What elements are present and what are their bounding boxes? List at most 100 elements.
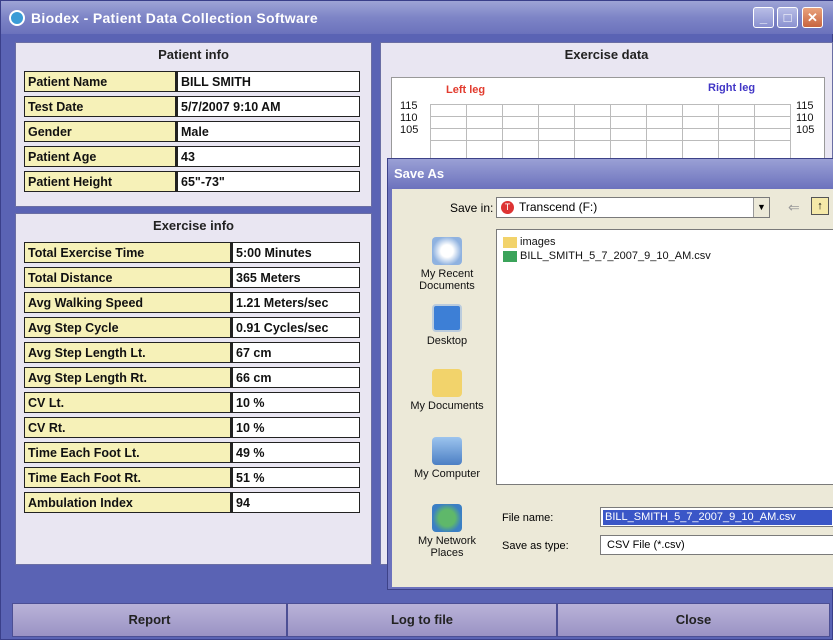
exercise-info-header: Exercise info (153, 218, 234, 233)
save-in-dropdown[interactable]: T Transcend (F:) ▼ (496, 197, 770, 218)
grid-line (430, 140, 790, 141)
row-label: Patient Name (24, 71, 176, 92)
report-button[interactable]: Report (12, 603, 287, 637)
table-row: Total Exercise Time 5:00 Minutes (24, 242, 360, 263)
place-my-computer[interactable]: My Computer (400, 437, 494, 480)
row-label: Time Each Foot Rt. (24, 467, 231, 488)
row-value: Male (176, 121, 360, 142)
row-value: 43 (176, 146, 360, 167)
row-label: Time Each Foot Lt. (24, 442, 231, 463)
network-icon (432, 504, 462, 532)
place-my-documents[interactable]: My Documents (400, 369, 494, 412)
exercise-info-table: Total Exercise Time 5:00 Minutes Total Di… (24, 238, 360, 517)
row-label: Patient Age (24, 146, 176, 167)
row-label: CV Lt. (24, 392, 231, 413)
row-value: 51 % (231, 467, 360, 488)
row-value: 10 % (231, 392, 360, 413)
file-name-value: BILL_SMITH_5_7_2007_9_10_AM.csv (603, 510, 832, 525)
drive-icon: T (501, 201, 514, 214)
table-row: CV Lt. 10 % (24, 392, 360, 413)
place-label: My Recent Documents (419, 268, 475, 292)
table-row: Gender Male (24, 121, 360, 142)
y-tick-right: 110 (796, 112, 814, 124)
file-name-input[interactable]: BILL_SMITH_5_7_2007_9_10_AM.csv (600, 507, 833, 527)
recent-documents-icon (432, 237, 462, 265)
y-tick-left: 115 (400, 100, 418, 112)
save-in-value: Transcend (F:) (519, 200, 598, 214)
back-arrow-icon[interactable]: ⇐ (788, 199, 800, 216)
dialog-body: Save in: T Transcend (F:) ▼ ⇐ ↑ My Recen… (392, 189, 833, 587)
place-network[interactable]: My Network Places (400, 504, 494, 559)
maximize-button[interactable]: □ (777, 7, 798, 28)
place-label: My Documents (410, 400, 484, 412)
row-value: 49 % (231, 442, 360, 463)
list-item[interactable]: BILL_SMITH_5_7_2007_9_10_AM.csv (503, 250, 711, 262)
save-type-label: Save as type: (502, 540, 569, 552)
row-value: 94 (231, 492, 360, 513)
file-list: images BILL_SMITH_5_7_2007_9_10_AM.csv (496, 229, 833, 485)
row-value: 66 cm (231, 367, 360, 388)
place-label: My Network Places (417, 535, 477, 559)
main-window: Biodex - Patient Data Collection Softwar… (0, 0, 833, 640)
left-leg-label: Left leg (446, 84, 486, 96)
dialog-title[interactable]: Save As (388, 159, 833, 189)
patient-info-table: Patient Name BILL SMITH Test Date 5/7/2007… (24, 67, 360, 196)
row-label: Gender (24, 121, 176, 142)
table-row: CV Rt. 10 % (24, 417, 360, 438)
y-tick-right: 105 (796, 124, 815, 136)
row-value: 1.21 Meters/sec (231, 292, 360, 313)
folder-icon (503, 236, 517, 248)
table-row: Patient Name BILL SMITH (24, 71, 360, 92)
row-value: 67 cm (231, 342, 360, 363)
row-label: Avg Walking Speed (24, 292, 231, 313)
table-row: Avg Step Length Rt. 66 cm (24, 367, 360, 388)
places-bar: My Recent Documents Desktop My Documents… (400, 229, 494, 581)
grid-line (430, 104, 790, 105)
csv-file-icon (503, 250, 517, 262)
place-desktop[interactable]: Desktop (400, 304, 494, 347)
grid-line (430, 116, 790, 117)
table-row: Avg Step Cycle 0.91 Cycles/sec (24, 317, 360, 338)
place-label: Desktop (426, 335, 468, 347)
row-value: 5:00 Minutes (231, 242, 360, 263)
table-row: Time Each Foot Rt. 51 % (24, 467, 360, 488)
row-value: 0.91 Cycles/sec (231, 317, 360, 338)
y-tick-right: 115 (796, 100, 814, 112)
minimize-button[interactable]: _ (753, 7, 774, 28)
table-row: Patient Height 65"-73" (24, 171, 360, 192)
log-to-file-button[interactable]: Log to file (287, 603, 557, 637)
exercise-info-panel: Exercise info Total Exercise Time 5:00 Mi… (15, 213, 372, 565)
button-bar: Report Log to file Close (12, 603, 830, 637)
y-tick-left: 105 (400, 124, 419, 136)
row-value: 65"-73" (176, 171, 360, 192)
desktop-icon (432, 304, 462, 332)
table-row: Avg Step Length Lt. 67 cm (24, 342, 360, 363)
grid-line (430, 128, 790, 129)
row-value: 10 % (231, 417, 360, 438)
row-label: Avg Step Cycle (24, 317, 231, 338)
row-label: Total Distance (24, 267, 231, 288)
save-type-select[interactable]: CSV File (*.csv) (600, 535, 833, 555)
table-row: Ambulation Index 94 (24, 492, 360, 513)
place-recent[interactable]: My Recent Documents (400, 237, 494, 292)
title-bar[interactable]: Biodex - Patient Data Collection Softwar… (1, 1, 833, 34)
computer-icon (432, 437, 462, 465)
right-leg-label: Right leg (708, 82, 756, 94)
table-row: Avg Walking Speed 1.21 Meters/sec (24, 292, 360, 313)
close-button[interactable]: Close (557, 603, 830, 637)
file-name: BILL_SMITH_5_7_2007_9_10_AM.csv (520, 250, 711, 262)
table-row: Patient Age 43 (24, 146, 360, 167)
up-folder-icon[interactable]: ↑ (811, 197, 829, 215)
table-row: Total Distance 365 Meters (24, 267, 360, 288)
app-icon (9, 9, 25, 26)
row-label: Test Date (24, 96, 176, 117)
list-item[interactable]: images (503, 236, 555, 248)
exercise-data-header: Exercise data (564, 47, 649, 62)
file-name: images (520, 236, 556, 248)
patient-info-header: Patient info (158, 47, 229, 62)
y-tick-left: 110 (400, 112, 418, 124)
chevron-down-icon[interactable]: ▼ (753, 198, 769, 217)
row-label: Avg Step Length Lt. (24, 342, 231, 363)
close-window-button[interactable]: ✕ (802, 7, 823, 28)
row-value: 365 Meters (231, 267, 360, 288)
